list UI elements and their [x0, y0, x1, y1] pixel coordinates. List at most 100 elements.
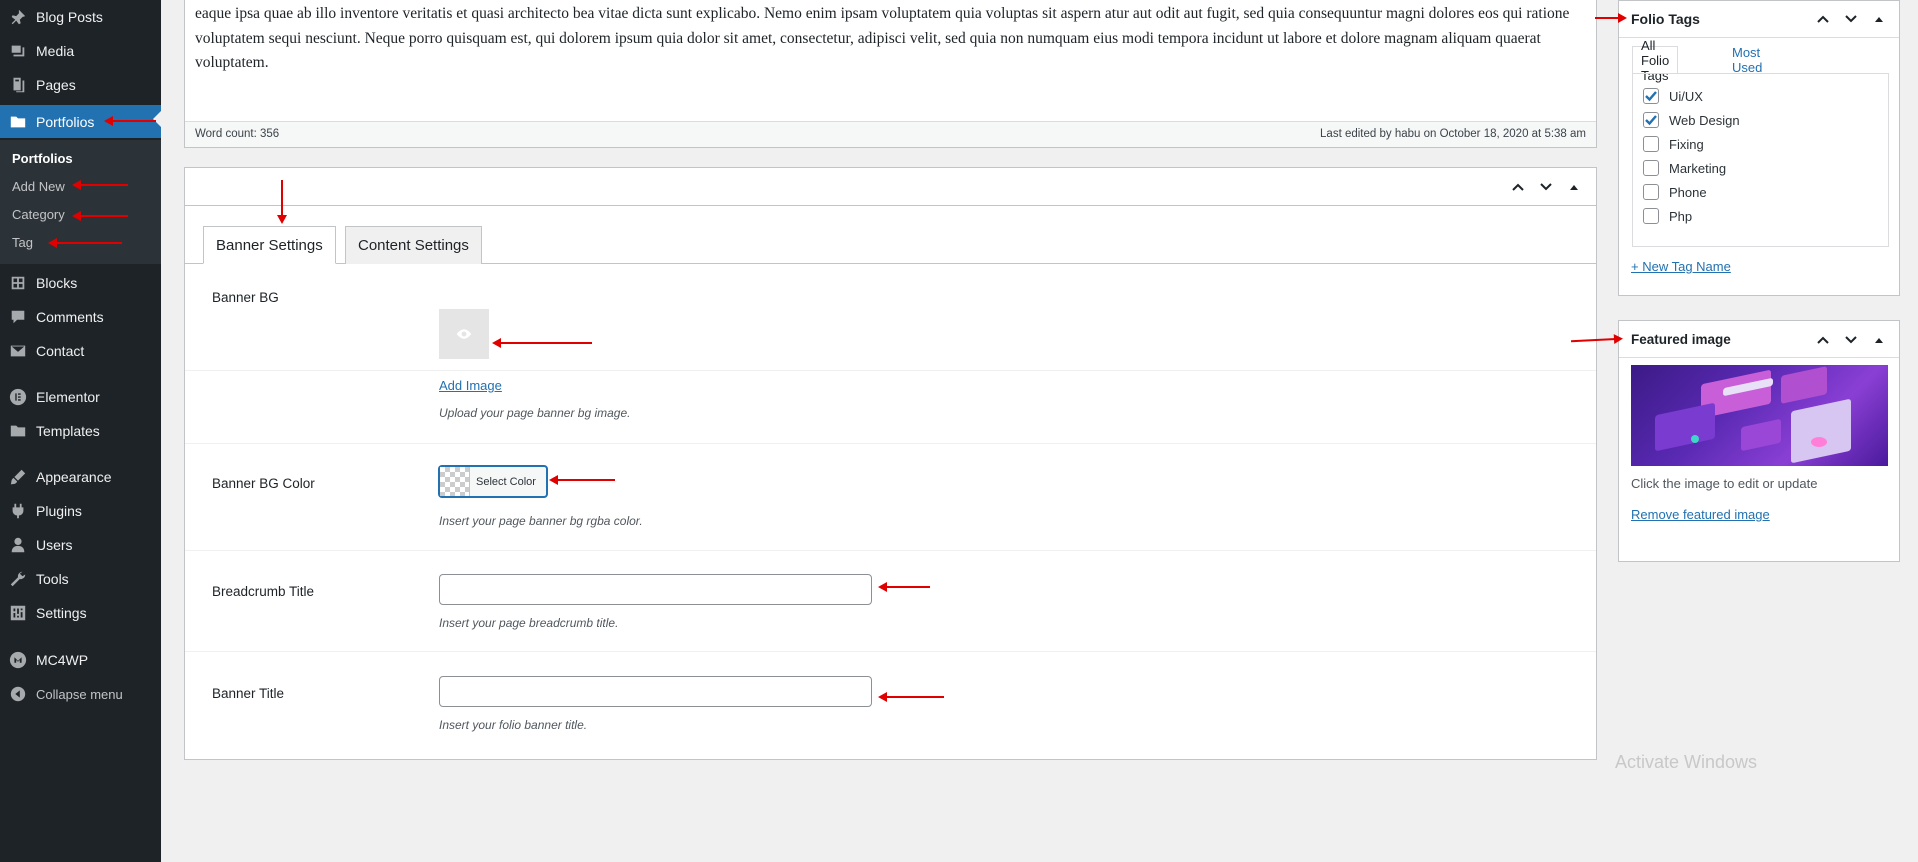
field-banner-bg-color: Banner BG Color	[185, 443, 1596, 551]
mail-icon	[0, 342, 36, 360]
menu-label: Tools	[36, 571, 69, 587]
menu-mc4wp[interactable]: MC4WP	[0, 645, 161, 675]
toggle-panel-icon[interactable]	[1871, 332, 1887, 348]
tag-label: Web Design	[1669, 112, 1740, 128]
checkbox[interactable]	[1643, 208, 1659, 224]
tag-item[interactable]: Php	[1643, 208, 1692, 224]
field-label: Banner BG	[212, 290, 279, 305]
menu-pages[interactable]: Pages	[0, 70, 161, 100]
tab-most-used[interactable]: Most Used	[1724, 45, 1770, 75]
image-shape	[1691, 435, 1699, 443]
checkbox[interactable]	[1643, 136, 1659, 152]
menu-elementor[interactable]: Elementor	[0, 382, 161, 412]
tag-item[interactable]: Marketing	[1643, 160, 1726, 176]
submenu-category[interactable]: Category	[12, 207, 65, 222]
checkbox-checked[interactable]	[1643, 88, 1659, 104]
move-down-icon[interactable]	[1843, 332, 1859, 348]
menu-label: Contact	[36, 343, 85, 359]
move-down-icon[interactable]	[1843, 11, 1859, 27]
tab-all-folio-tags[interactable]: All Folio Tags	[1632, 38, 1679, 83]
featured-image-thumbnail[interactable]	[1631, 365, 1888, 466]
annotation-arrow	[72, 211, 128, 221]
move-down-icon[interactable]	[1538, 179, 1554, 195]
tab-content-settings[interactable]: Content Settings	[345, 226, 482, 264]
checkbox[interactable]	[1643, 160, 1659, 176]
menu-label: Blocks	[36, 275, 78, 291]
metabox-controls	[1510, 179, 1582, 195]
breadcrumb-title-input[interactable]	[439, 574, 872, 605]
eye-icon	[456, 326, 472, 342]
menu-contact[interactable]: Contact	[0, 336, 161, 366]
folio-tags-title: Folio Tags	[1631, 11, 1700, 27]
menu-users[interactable]: Users	[0, 530, 161, 560]
move-up-icon[interactable]	[1815, 11, 1831, 27]
select-color-button[interactable]: Select Color	[439, 466, 547, 497]
toggle-panel-icon[interactable]	[1871, 11, 1887, 27]
menu-label: Pages	[36, 77, 76, 93]
comments-icon	[0, 308, 36, 326]
image-shape	[1741, 418, 1781, 452]
collapse-icon	[0, 685, 36, 703]
submenu-add-new[interactable]: Add New	[12, 179, 65, 194]
media-icon	[0, 42, 36, 60]
field-description: Insert your page breadcrumb title.	[439, 616, 619, 630]
elementor-icon	[0, 388, 36, 406]
tab-banner-settings[interactable]: Banner Settings	[203, 226, 336, 264]
editor-text[interactable]: eaque ipsa quae ab illo inventore verita…	[195, 2, 1591, 76]
tag-label: Php	[1669, 208, 1693, 224]
word-count: Word count: 356	[195, 128, 280, 140]
new-tag-name-link[interactable]: + New Tag Name	[1631, 259, 1731, 274]
menu-comments[interactable]: Comments	[0, 302, 161, 332]
tag-label: Phone	[1669, 184, 1707, 200]
menu-blog-posts[interactable]: Blog Posts	[0, 2, 161, 32]
menu-label: Comments	[36, 309, 104, 325]
check-icon	[1645, 115, 1657, 126]
banner-bg-thumbnail[interactable]	[439, 309, 489, 359]
collapse-menu-button[interactable]: Collapse menu	[0, 679, 161, 709]
add-image-link[interactable]: Add Image	[439, 378, 502, 393]
editor-content-box[interactable]: eaque ipsa quae ab illo inventore verita…	[184, 0, 1597, 148]
annotation-arrow	[48, 238, 122, 248]
menu-label: Collapse menu	[36, 686, 123, 702]
menu-media[interactable]: Media	[0, 36, 161, 66]
divider	[1619, 357, 1899, 358]
pages-icon	[0, 76, 36, 94]
pin-icon	[0, 8, 36, 26]
tag-item[interactable]: Fixing	[1643, 136, 1704, 152]
field-breadcrumb-title: Breadcrumb Title	[185, 551, 1596, 652]
brush-icon	[0, 468, 36, 486]
field-label: Breadcrumb Title	[212, 584, 315, 599]
select-color-label: Select Color	[476, 475, 536, 488]
checkbox[interactable]	[1643, 184, 1659, 200]
remove-featured-image-link[interactable]: Remove featured image	[1631, 507, 1770, 522]
annotation-arrow	[72, 180, 128, 190]
featured-image-title: Featured image	[1631, 332, 1731, 347]
menu-templates[interactable]: Templates	[0, 416, 161, 446]
menu-label: Templates	[36, 423, 100, 439]
annotation-arrow	[492, 338, 592, 348]
tag-item[interactable]: Web Design	[1643, 112, 1740, 128]
tag-item[interactable]: Phone	[1643, 184, 1707, 200]
tag-label: Marketing	[1669, 160, 1727, 176]
menu-plugins[interactable]: Plugins	[0, 496, 161, 526]
menu-settings[interactable]: Settings	[0, 598, 161, 628]
field-label: Banner Title	[212, 686, 285, 701]
move-up-icon[interactable]	[1815, 332, 1831, 348]
submenu-tag[interactable]: Tag	[12, 235, 33, 250]
menu-blocks[interactable]: Blocks	[0, 268, 161, 298]
checkbox-checked[interactable]	[1643, 112, 1659, 128]
menu-label: Media	[36, 43, 75, 59]
wrench-icon	[0, 570, 36, 588]
menu-label: Elementor	[36, 389, 100, 405]
menu-label: Plugins	[36, 503, 82, 519]
toggle-panel-icon[interactable]	[1566, 179, 1582, 195]
banner-title-input[interactable]	[439, 676, 872, 707]
featured-image-hint: Click the image to edit or update	[1631, 476, 1818, 491]
move-up-icon[interactable]	[1510, 179, 1526, 195]
tag-item[interactable]: Ui/UX	[1643, 88, 1703, 104]
blocks-icon	[0, 274, 36, 292]
submenu-portfolios[interactable]: Portfolios	[12, 151, 73, 166]
menu-appearance[interactable]: Appearance	[0, 462, 161, 492]
menu-tools[interactable]: Tools	[0, 564, 161, 594]
metabox-controls	[1815, 11, 1887, 27]
